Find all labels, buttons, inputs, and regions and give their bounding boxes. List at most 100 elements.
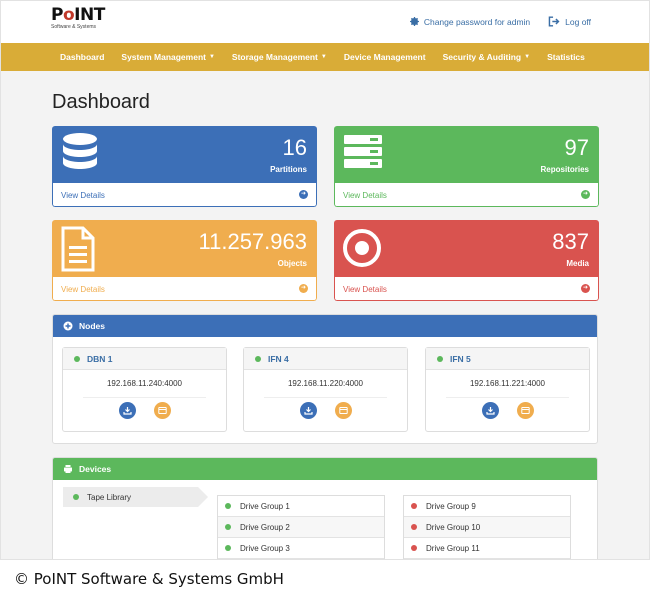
device-name: Tape Library: [87, 492, 132, 502]
node-header[interactable]: IFN 5: [426, 348, 589, 370]
node-details-button[interactable]: [334, 402, 352, 419]
node-name: IFN 4: [268, 353, 289, 364]
node-name: IFN 5: [450, 353, 471, 364]
logo-text: INT: [74, 5, 105, 25]
nav-system-management[interactable]: System Management ▼: [121, 52, 215, 62]
node-details-button[interactable]: [153, 402, 171, 419]
card-icon: [338, 407, 348, 414]
partitions-view-details[interactable]: View Details ➜: [52, 183, 317, 207]
nodes-panel-header[interactable]: Nodes: [53, 315, 597, 337]
nav-security-auditing[interactable]: Security & Auditing ▼: [443, 52, 531, 62]
list-item[interactable]: Drive Group 2: [218, 517, 384, 538]
node-details-button[interactable]: [516, 402, 534, 419]
card-icon: [520, 407, 530, 414]
node-card: DBN 1 192.168.11.240:4000: [62, 347, 227, 432]
media-view-details[interactable]: View Details ➜: [334, 277, 599, 301]
status-offline-icon: [411, 503, 417, 509]
printer-icon: [64, 465, 72, 473]
view-details-label: View Details: [61, 285, 105, 294]
main-nav: Dashboard System Management ▼ Storage Man…: [1, 43, 649, 71]
download-icon: [485, 407, 495, 415]
node-download-button[interactable]: [118, 402, 136, 419]
nav-device-management[interactable]: Device Management: [344, 52, 426, 62]
gear-icon: [409, 17, 419, 26]
list-item[interactable]: Drive Group 11: [404, 538, 570, 559]
status-offline-icon: [411, 545, 417, 551]
list-item[interactable]: Drive Group 9: [404, 496, 570, 517]
arrow-right-icon: ➜: [299, 190, 308, 199]
node-download-button[interactable]: [299, 402, 317, 419]
server-icon: [344, 135, 382, 168]
view-details-label: View Details: [343, 191, 387, 200]
drive-group-name: Drive Group 2: [240, 522, 290, 532]
status-online-icon: [225, 545, 231, 551]
nav-label: Dashboard: [60, 52, 105, 62]
database-icon: [63, 133, 97, 169]
arrow-right-icon: ➜: [581, 190, 590, 199]
chevron-down-icon: ▼: [524, 54, 531, 60]
tape-library-item[interactable]: Tape Library: [63, 487, 208, 507]
logo[interactable]: PoINT Software & Systems: [51, 6, 105, 30]
drive-group-name: Drive Group 10: [426, 522, 481, 532]
arrow-right-icon: ➜: [581, 284, 590, 293]
node-card: IFN 5 192.168.11.221:4000: [425, 347, 590, 432]
objects-card: 11.257.963 Objects View Details ➜: [52, 220, 317, 301]
divider: [264, 397, 387, 398]
nav-label: Device Management: [343, 52, 426, 62]
repositories-view-details[interactable]: View Details ➜: [334, 183, 599, 207]
node-address: 192.168.11.240:4000: [106, 379, 183, 388]
drive-group-name: Drive Group 3: [240, 543, 290, 553]
partitions-card: 16 Partitions View Details ➜: [52, 126, 317, 207]
copyright-caption: © PoINT Software & Systems GmbH: [14, 570, 284, 588]
status-online-icon: [73, 494, 79, 500]
plus-circle-icon: [63, 321, 73, 331]
nav-label: Security & Auditing: [442, 52, 522, 62]
node-card: IFN 4 192.168.11.220:4000: [243, 347, 408, 432]
status-online-icon: [225, 503, 231, 509]
drive-group-list: Drive Group 1 Drive Group 2 Drive Group …: [217, 495, 385, 559]
nav-statistics[interactable]: Statistics: [547, 52, 585, 62]
sign-out-icon: [548, 16, 560, 27]
nodes-panel-title: Nodes: [79, 321, 105, 331]
partitions-count: 16: [282, 135, 307, 160]
devices-panel: Devices Tape Library Drive Group 1 Drive…: [52, 457, 598, 559]
download-icon: [122, 407, 132, 415]
app-window: PoINT Software & Systems Change password…: [0, 0, 650, 560]
nodes-panel: Nodes DBN 1 192.168.11.240:4000 IFN 4 19…: [52, 314, 598, 444]
list-item[interactable]: Drive Group 10: [404, 517, 570, 538]
objects-view-details[interactable]: View Details ➜: [52, 277, 317, 301]
nav-dashboard[interactable]: Dashboard: [60, 52, 104, 62]
node-address: 192.168.11.221:4000: [469, 379, 546, 388]
logoff-link[interactable]: Log off: [548, 16, 591, 27]
arrow-right-icon: ➜: [299, 284, 308, 293]
status-online-icon: [225, 524, 231, 530]
change-password-link[interactable]: Change password for admin: [409, 16, 530, 27]
partitions-label: Partitions: [270, 165, 307, 174]
divider: [446, 397, 569, 398]
logo-text: P: [51, 5, 63, 25]
repositories-card: 97 Repositories View Details ➜: [334, 126, 599, 207]
change-password-label: Change password for admin: [423, 16, 531, 27]
status-online-icon: [437, 355, 443, 362]
logoff-label: Log off: [565, 16, 591, 27]
node-download-button[interactable]: [481, 402, 499, 419]
devices-panel-header[interactable]: Devices: [53, 458, 597, 480]
node-header[interactable]: IFN 4: [244, 348, 407, 370]
media-card: 837 Media View Details ➜: [334, 220, 599, 301]
list-item[interactable]: Drive Group 1: [218, 496, 384, 517]
drive-group-name: Drive Group 9: [426, 501, 476, 511]
node-header[interactable]: DBN 1: [63, 348, 226, 370]
drive-group-list: Drive Group 9 Drive Group 10 Drive Group…: [403, 495, 571, 559]
view-details-label: View Details: [61, 191, 105, 200]
media-label: Media: [566, 259, 589, 268]
nav-storage-management[interactable]: Storage Management ▼: [232, 52, 327, 62]
logo-text: o: [62, 5, 75, 25]
status-offline-icon: [411, 524, 417, 530]
page-title: Dashboard: [52, 91, 150, 113]
list-item[interactable]: Drive Group 3: [218, 538, 384, 559]
divider: [83, 397, 206, 398]
nav-label: Storage Management: [231, 52, 318, 62]
node-address: 192.168.11.220:4000: [287, 379, 364, 388]
chevron-down-icon: ▼: [208, 54, 215, 60]
download-icon: [303, 407, 313, 415]
